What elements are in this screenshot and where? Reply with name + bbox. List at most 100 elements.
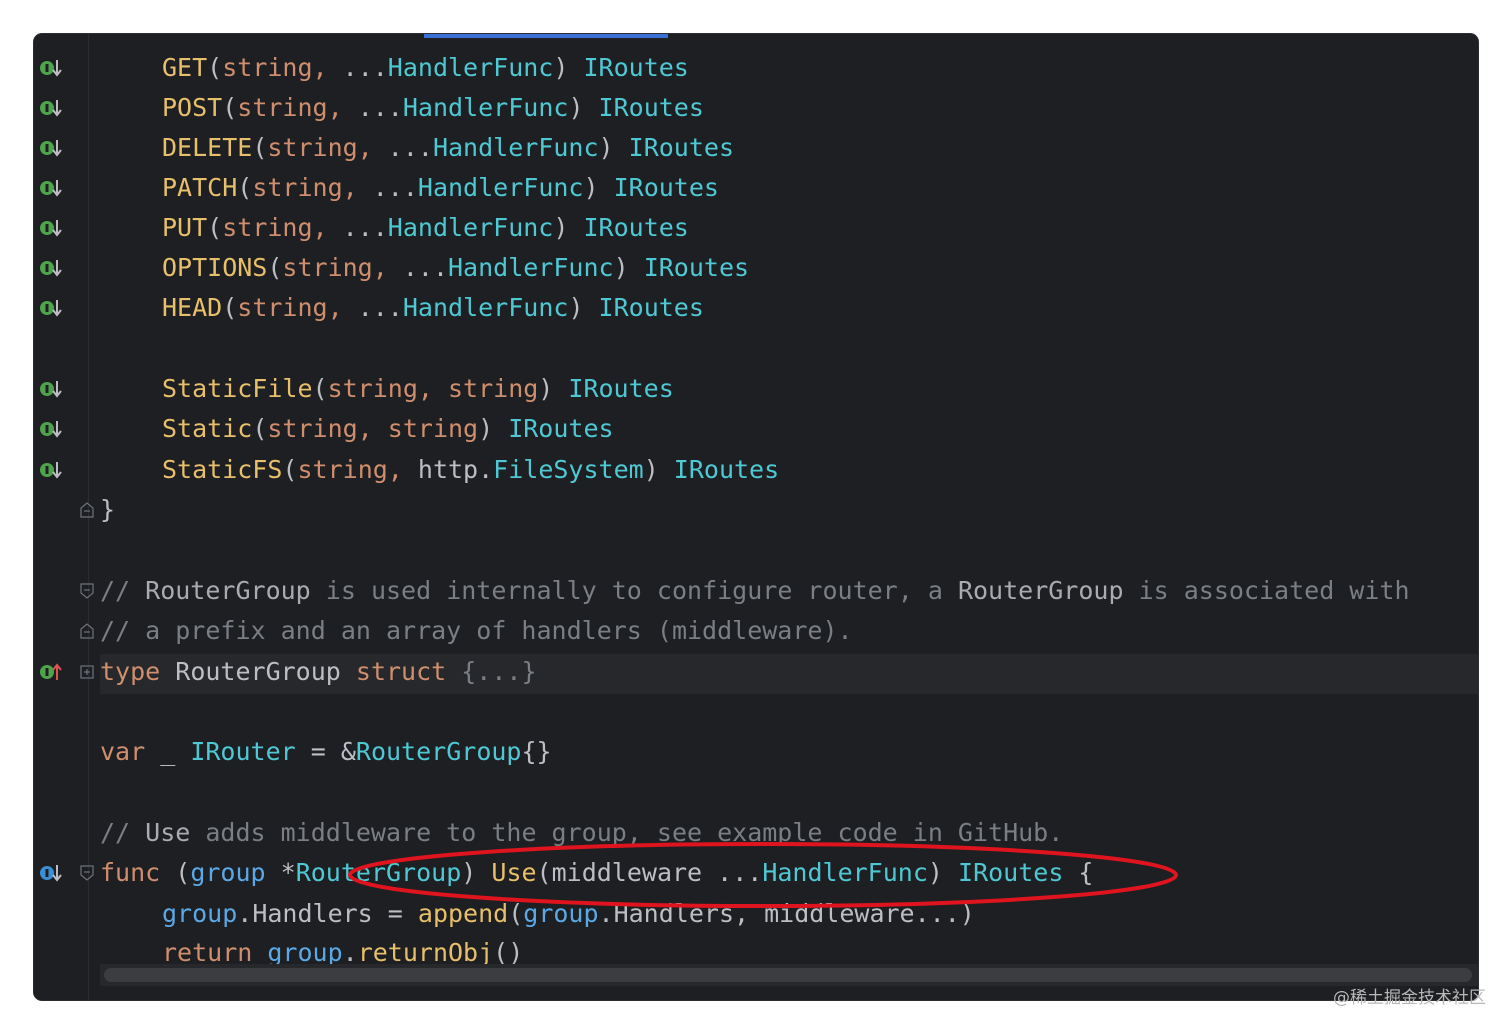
code-line-var-decl[interactable]: var _ IRouter = &RouterGroup{} bbox=[100, 732, 552, 772]
code-token: PATCH bbox=[162, 173, 238, 202]
code-token: IRoutes bbox=[613, 173, 719, 202]
code-line-staticfile[interactable]: StaticFile(string, string) IRoutes bbox=[162, 369, 674, 409]
code-token: RouterGroup bbox=[355, 737, 522, 766]
implements-down-arrow-icon[interactable] bbox=[38, 176, 62, 200]
code-line-comment1[interactable]: // RouterGroup is used internally to con… bbox=[100, 571, 1410, 611]
code-line-comment2[interactable]: // a prefix and an array of handlers (mi… bbox=[100, 611, 853, 651]
code-token: string, bbox=[222, 213, 343, 242]
code-token: IRoutes bbox=[598, 93, 704, 122]
collapse-fold-icon[interactable] bbox=[80, 865, 94, 881]
code-token: DELETE bbox=[162, 133, 253, 162]
code-token: IRoutes bbox=[583, 213, 689, 242]
code-token: RouterGroup bbox=[145, 576, 311, 605]
code-token: string, bbox=[237, 93, 358, 122]
code-token: HandlerFunc bbox=[387, 213, 554, 242]
implements-down-arrow-icon[interactable] bbox=[38, 377, 62, 401]
code-line-delete[interactable]: DELETE(string, ...HandlerFunc) IRoutes bbox=[162, 128, 734, 168]
code-token: ( bbox=[282, 455, 298, 484]
code-token: ) bbox=[538, 374, 569, 403]
code-line-head[interactable]: HEAD(string, ...HandlerFunc) IRoutes bbox=[162, 288, 704, 328]
code-token: ) bbox=[613, 253, 644, 282]
code-token: string, bbox=[267, 133, 388, 162]
code-token: string, string bbox=[267, 414, 479, 443]
implements-down-arrow-icon[interactable] bbox=[38, 136, 62, 160]
code-token: IRoutes bbox=[508, 414, 614, 443]
code-token: // bbox=[100, 818, 146, 847]
code-token: IRoutes bbox=[583, 53, 689, 82]
code-line-staticfs[interactable]: StaticFS(string, http.FileSystem) IRoute… bbox=[162, 450, 779, 490]
code-token: group bbox=[162, 899, 238, 928]
code-token: ) bbox=[643, 455, 674, 484]
implements-down-arrow-icon[interactable] bbox=[38, 96, 62, 120]
code-token: FileSystem bbox=[493, 455, 644, 484]
code-token: StaticFS bbox=[162, 455, 283, 484]
collapse-fold-icon[interactable] bbox=[80, 502, 94, 518]
code-line-type-decl[interactable]: type RouterGroup struct {...} bbox=[100, 652, 537, 692]
code-token: group bbox=[267, 938, 343, 967]
expand-fold-icon[interactable] bbox=[80, 664, 94, 680]
code-token: is associated with bbox=[1123, 576, 1410, 605]
code-token: HandlerFunc bbox=[448, 253, 614, 282]
code-token: {} bbox=[521, 737, 552, 766]
implements-down-arrow-icon[interactable] bbox=[38, 56, 62, 80]
code-token: HEAD bbox=[162, 293, 223, 322]
code-token: ) bbox=[478, 414, 509, 443]
collapse-fold-icon[interactable] bbox=[80, 583, 94, 599]
code-token: type bbox=[100, 657, 176, 686]
code-line-close-brace[interactable]: } bbox=[100, 490, 115, 530]
code-token: * bbox=[280, 858, 296, 887]
code-token: ( bbox=[267, 253, 283, 282]
code-token: ... bbox=[357, 93, 403, 122]
code-token: Static bbox=[162, 414, 253, 443]
code-token: var bbox=[100, 737, 161, 766]
code-line-put[interactable]: PUT(string, ...HandlerFunc) IRoutes bbox=[162, 208, 689, 248]
code-line-post[interactable]: POST(string, ...HandlerFunc) IRoutes bbox=[162, 88, 704, 128]
code-token: RouterGroup bbox=[175, 657, 356, 686]
code-token: HandlerFunc bbox=[387, 53, 554, 82]
implemented-by-up-arrow-icon[interactable] bbox=[38, 660, 62, 684]
code-token: . bbox=[342, 938, 358, 967]
code-token: ) bbox=[553, 53, 584, 82]
override-down-arrow-icon[interactable] bbox=[38, 861, 62, 885]
collapse-fold-icon[interactable] bbox=[80, 623, 94, 639]
code-token: ... bbox=[387, 133, 433, 162]
implements-down-arrow-icon[interactable] bbox=[38, 296, 62, 320]
code-token: RouterGroup bbox=[957, 576, 1124, 605]
code-token: string, bbox=[282, 253, 403, 282]
code-token: http. bbox=[417, 455, 494, 484]
code-token: ... bbox=[342, 53, 388, 82]
code-token: IRoutes bbox=[673, 455, 780, 484]
code-token: OPTIONS bbox=[162, 253, 268, 282]
code-token: ( bbox=[175, 858, 191, 887]
code-line-options[interactable]: OPTIONS(string, ...HandlerFunc) IRoutes bbox=[162, 248, 749, 288]
code-line-static[interactable]: Static(string, string) IRoutes bbox=[162, 409, 614, 449]
code-token: ... bbox=[402, 253, 448, 282]
code-token: ... bbox=[357, 293, 403, 322]
code-token: ) bbox=[553, 213, 584, 242]
code-token: string, bbox=[237, 293, 358, 322]
implements-down-arrow-icon[interactable] bbox=[38, 417, 62, 441]
code-token: string, bbox=[297, 455, 418, 484]
code-token: struct bbox=[355, 657, 462, 686]
implements-down-arrow-icon[interactable] bbox=[38, 458, 62, 482]
code-token: PUT bbox=[162, 213, 208, 242]
code-token: ) bbox=[598, 133, 629, 162]
code-line-get[interactable]: GET(string, ...HandlerFunc) IRoutes bbox=[162, 48, 689, 88]
code-token: {...} bbox=[461, 657, 537, 686]
implements-down-arrow-icon[interactable] bbox=[38, 216, 62, 240]
code-token: HandlerFunc bbox=[432, 133, 599, 162]
horizontal-scrollbar[interactable] bbox=[104, 968, 1472, 982]
code-token: POST bbox=[162, 93, 223, 122]
red-annotation-oval bbox=[348, 842, 1178, 908]
code-line-patch[interactable]: PATCH(string, ...HandlerFunc) IRoutes bbox=[162, 168, 719, 208]
code-token: func bbox=[100, 858, 176, 887]
code-token: ( bbox=[222, 293, 238, 322]
code-token: ... bbox=[342, 213, 388, 242]
code-token: StaticFile bbox=[162, 374, 313, 403]
code-token: HandlerFunc bbox=[402, 93, 569, 122]
code-token: is used internally to configure router, … bbox=[310, 576, 958, 605]
implements-down-arrow-icon[interactable] bbox=[38, 256, 62, 280]
code-token: ) bbox=[568, 93, 599, 122]
code-token: IRoutes bbox=[598, 293, 704, 322]
code-token: Use bbox=[145, 818, 191, 847]
